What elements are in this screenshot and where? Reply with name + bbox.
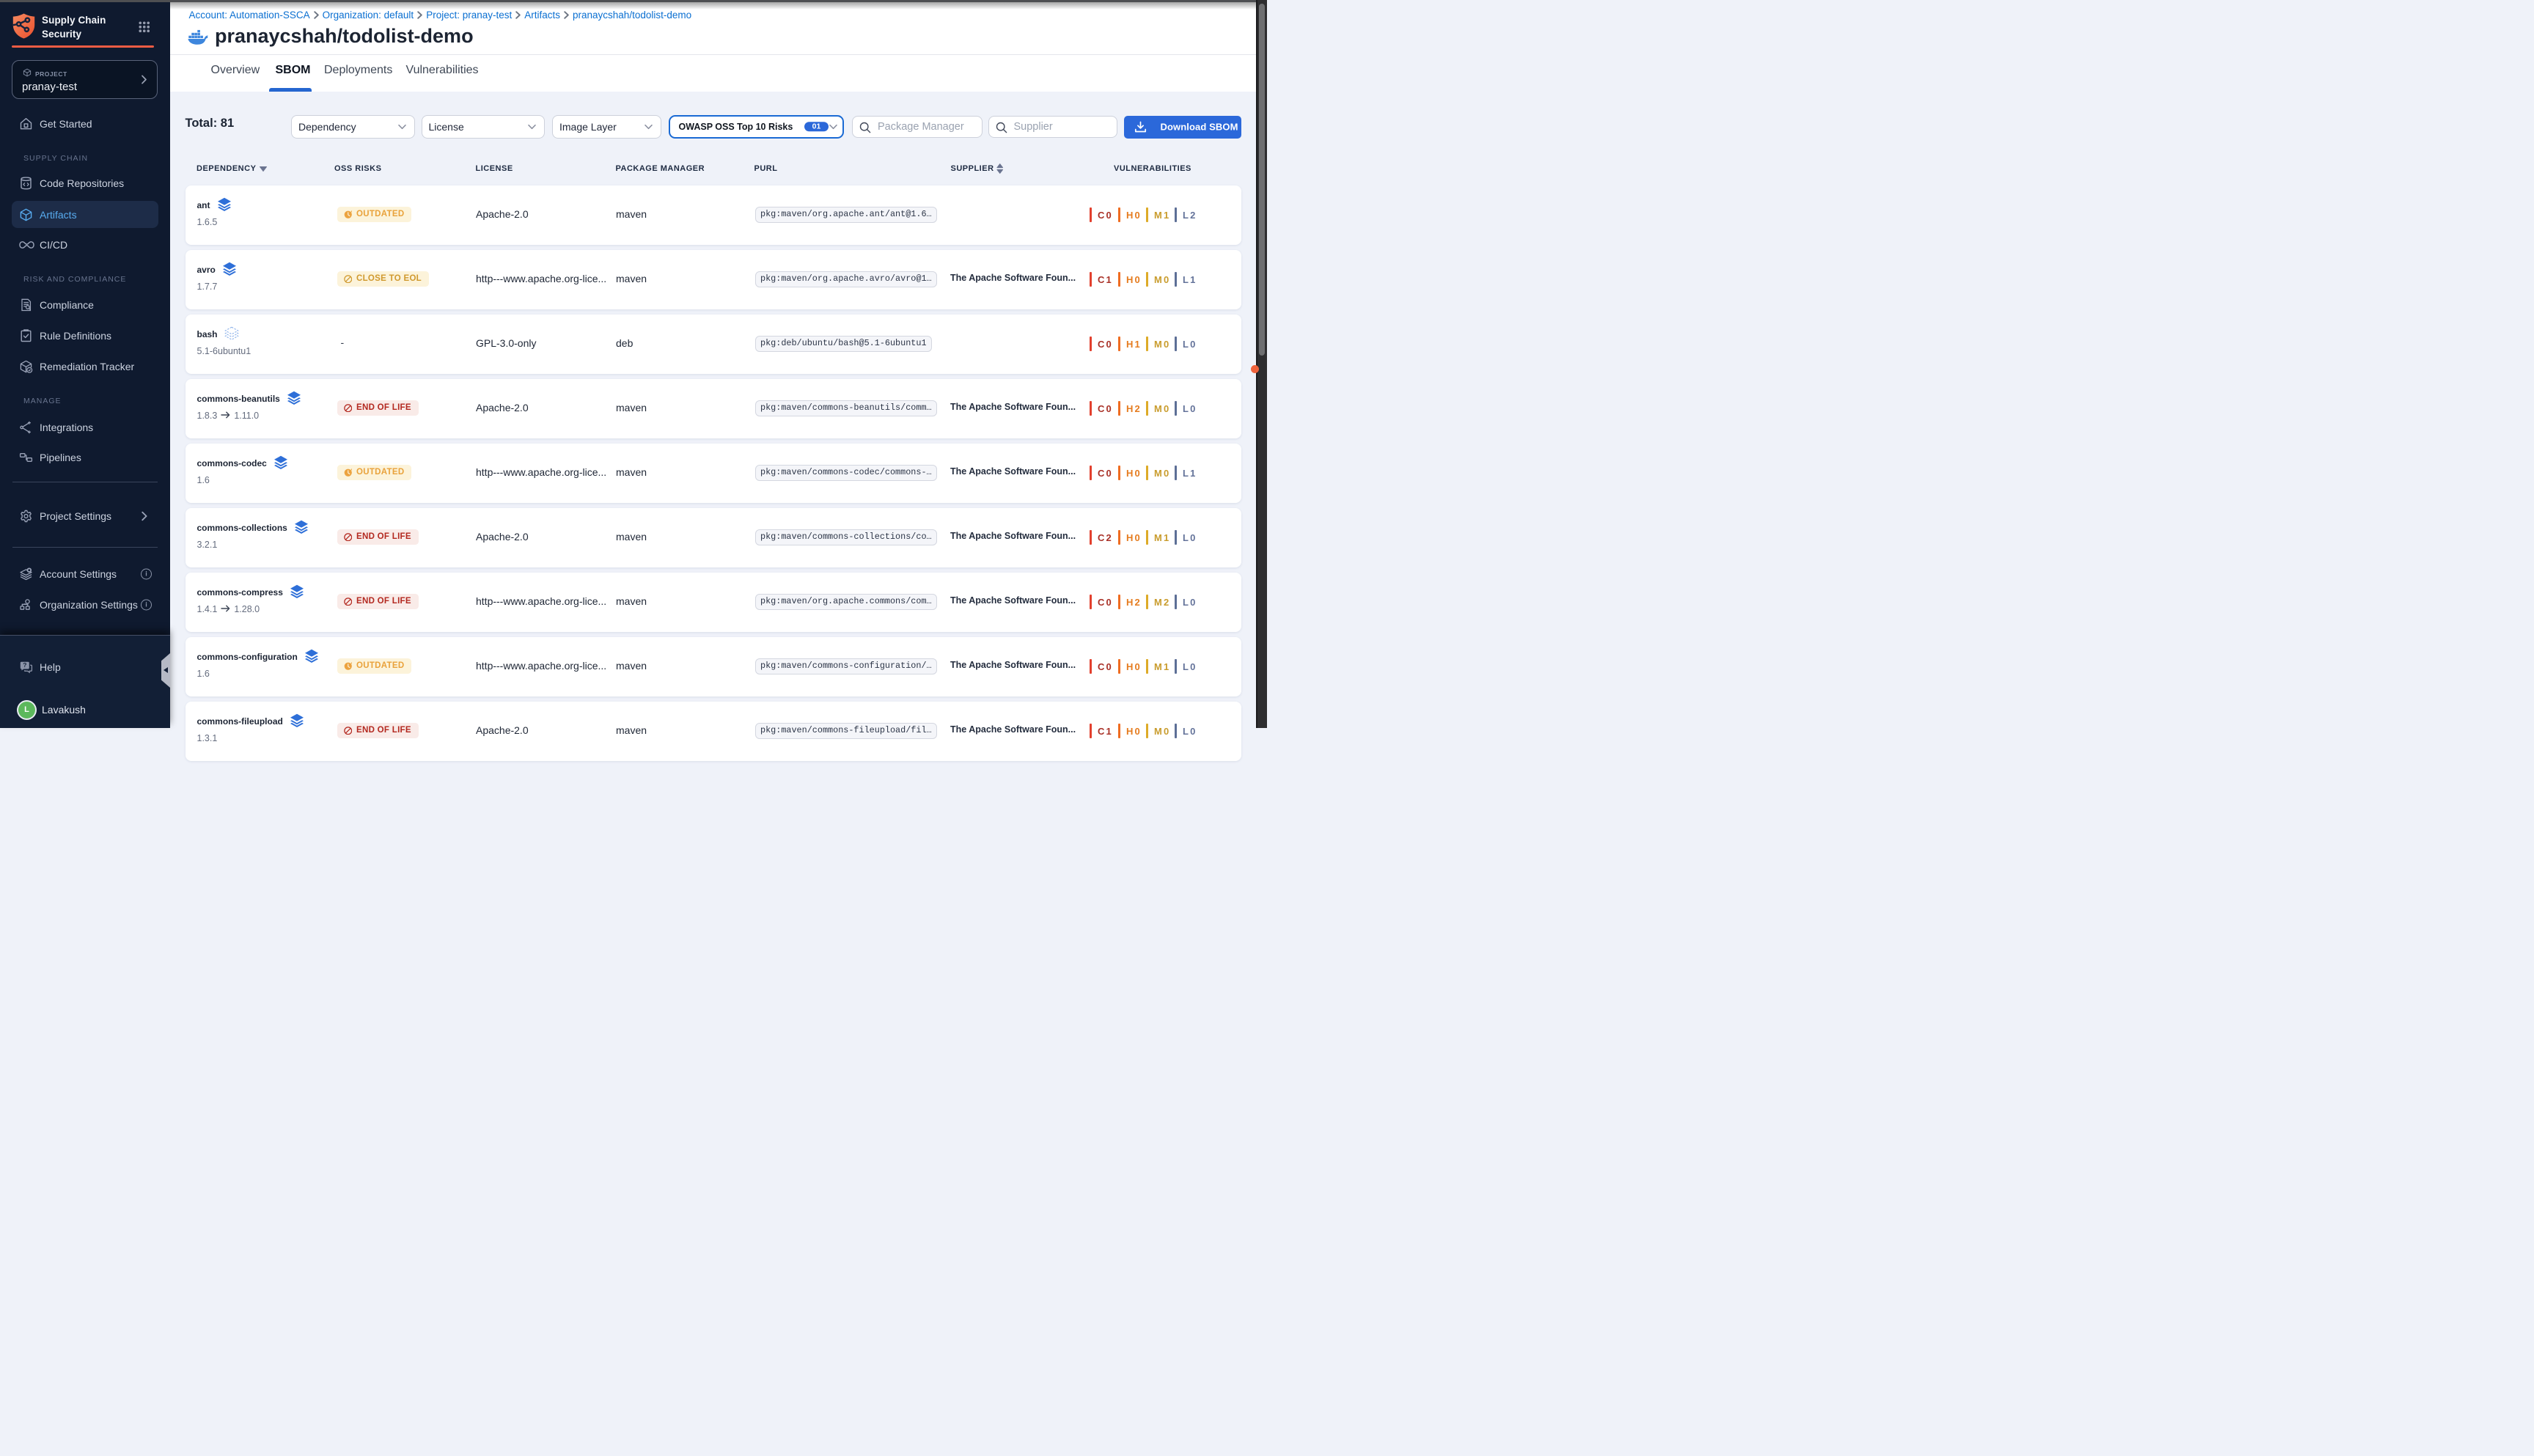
svg-text:?: ?: [23, 661, 26, 669]
